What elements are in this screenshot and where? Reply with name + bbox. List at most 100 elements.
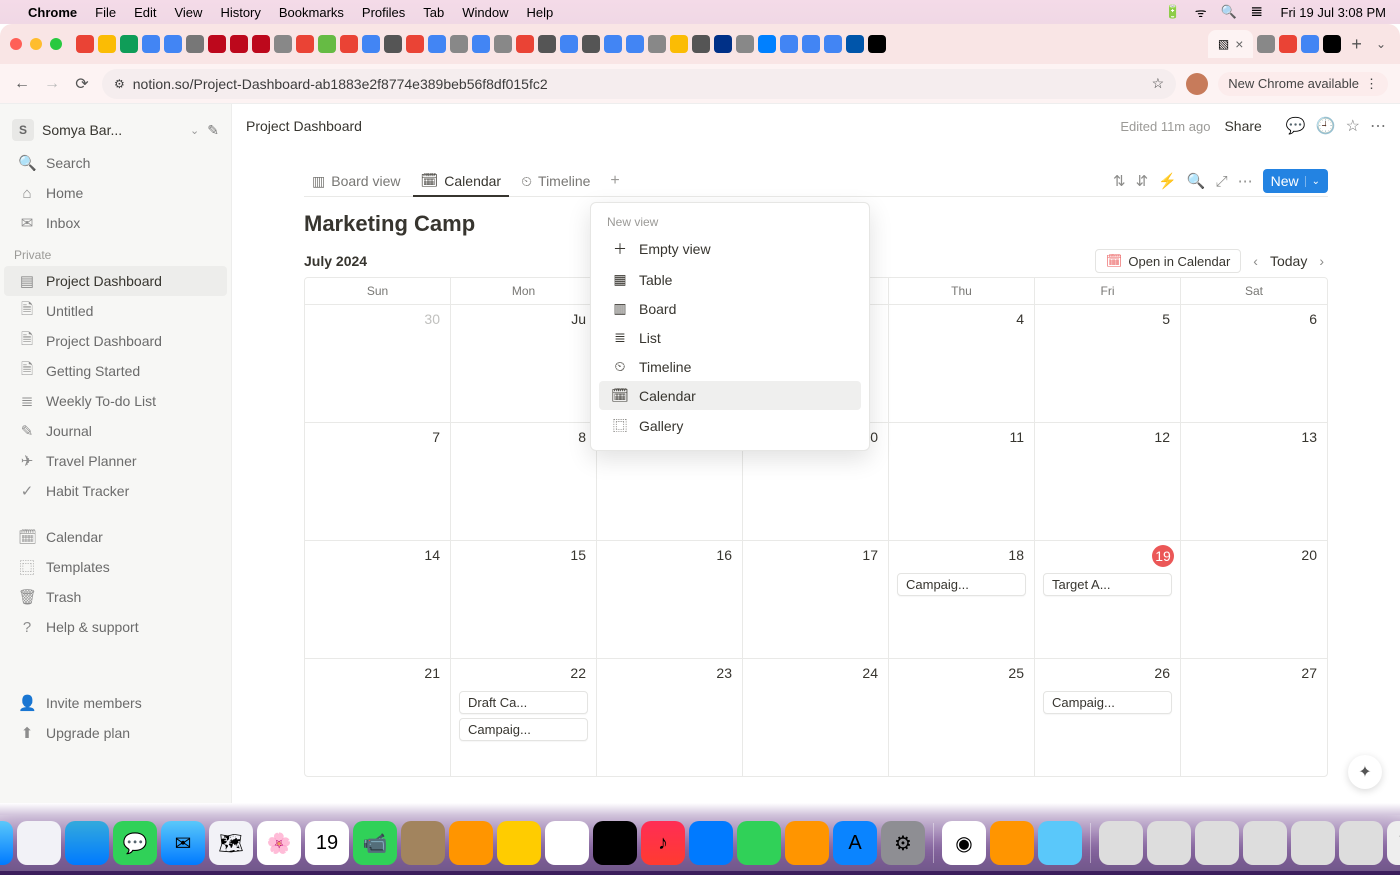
keynote-icon[interactable]: [689, 821, 733, 865]
tv-icon[interactable]: tv: [593, 821, 637, 865]
calendar-cell[interactable]: 6: [1181, 304, 1327, 422]
calendar-cell[interactable]: 15: [451, 540, 597, 658]
numbers-icon[interactable]: [737, 821, 781, 865]
sidebar-item[interactable]: ✓Habit Tracker: [4, 476, 227, 506]
new-tab-button[interactable]: +: [1345, 34, 1368, 55]
trash-icon[interactable]: 🗑: [1387, 821, 1400, 865]
contacts-icon[interactable]: [401, 821, 445, 865]
preview-icon[interactable]: [1038, 821, 1082, 865]
tab-favicon[interactable]: [340, 35, 358, 53]
calendar-cell[interactable]: 14: [305, 540, 451, 658]
tab-favicon[interactable]: [230, 35, 248, 53]
tab-favicon[interactable]: [472, 35, 490, 53]
chrome-dock-icon[interactable]: ◉: [942, 821, 986, 865]
menu-tab[interactable]: Tab: [423, 5, 444, 20]
pages-icon[interactable]: [785, 821, 829, 865]
dock-min-window[interactable]: [1291, 821, 1335, 865]
today-button[interactable]: Today: [1270, 253, 1307, 269]
tab-favicon[interactable]: [186, 35, 204, 53]
updates-icon[interactable]: 🕘: [1316, 116, 1336, 136]
tab-favicon[interactable]: [98, 35, 116, 53]
sidebar-item[interactable]: ⬆Upgrade plan: [4, 718, 227, 748]
sidebar-item[interactable]: 🗎Getting Started: [4, 356, 227, 386]
sidebar-item[interactable]: 🗓Calendar: [4, 522, 227, 552]
freeform-icon[interactable]: [545, 821, 589, 865]
mail-icon[interactable]: ✉: [161, 821, 205, 865]
appstore-icon[interactable]: A: [833, 821, 877, 865]
sort-icon[interactable]: ⇵: [1136, 172, 1149, 190]
calendar-cell[interactable]: 16: [597, 540, 743, 658]
spotlight-icon[interactable]: 🔍: [1221, 4, 1237, 20]
new-button[interactable]: New⌄: [1263, 169, 1328, 193]
tab-favicon[interactable]: [824, 35, 842, 53]
tab-favicon[interactable]: [384, 35, 402, 53]
tab-favicon[interactable]: [1279, 35, 1297, 53]
calendar-cell[interactable]: 4: [889, 304, 1035, 422]
calendar-cell[interactable]: 20: [1181, 540, 1327, 658]
favorite-icon[interactable]: ☆: [1346, 116, 1360, 136]
menu-view[interactable]: View: [174, 5, 202, 20]
breadcrumb[interactable]: Project Dashboard: [246, 118, 1120, 134]
view-tab-board[interactable]: ▥Board view: [304, 167, 409, 196]
menu-help[interactable]: Help: [527, 5, 554, 20]
calendar-cell[interactable]: 24: [743, 658, 889, 776]
sidebar-item[interactable]: ✎Journal: [4, 416, 227, 446]
calendar-cell[interactable]: 17: [743, 540, 889, 658]
tab-favicon[interactable]: [142, 35, 160, 53]
popover-item[interactable]: ⏲Timeline: [599, 352, 861, 381]
app-name[interactable]: Chrome: [28, 5, 77, 20]
battery-icon[interactable]: 🔋: [1165, 4, 1181, 20]
sidebar-item[interactable]: 🗎Untitled: [4, 296, 227, 326]
tab-favicon[interactable]: [296, 35, 314, 53]
tab-favicon[interactable]: [362, 35, 380, 53]
active-tab[interactable]: ▧ ×: [1208, 30, 1254, 58]
sidebar-item[interactable]: 🗎Project Dashboard: [4, 326, 227, 356]
calendar-cell[interactable]: 21: [305, 658, 451, 776]
tab-favicon[interactable]: [1301, 35, 1319, 53]
tab-close-icon[interactable]: ×: [1235, 36, 1243, 52]
tab-favicon[interactable]: [252, 35, 270, 53]
tab-favicon[interactable]: [692, 35, 710, 53]
menu-profiles[interactable]: Profiles: [362, 5, 405, 20]
window-zoom-icon[interactable]: [50, 38, 62, 50]
tab-overflow-button[interactable]: ⌄: [1372, 37, 1390, 51]
tab-favicon[interactable]: [670, 35, 688, 53]
tab-favicon[interactable]: [714, 35, 732, 53]
ai-sparkle-button[interactable]: ✦: [1348, 755, 1382, 789]
calendar-cell[interactable]: 26Campaig...: [1035, 658, 1181, 776]
popover-item[interactable]: ▥Board: [599, 294, 861, 323]
reload-button[interactable]: ⟳: [72, 74, 92, 94]
sidebar-item[interactable]: ✈Travel Planner: [4, 446, 227, 476]
tab-favicon[interactable]: [626, 35, 644, 53]
tab-favicon[interactable]: [164, 35, 182, 53]
tab-favicon[interactable]: [494, 35, 512, 53]
calendar-app-icon[interactable]: 19: [305, 821, 349, 865]
tab-favicon[interactable]: [582, 35, 600, 53]
tab-favicon[interactable]: [1257, 35, 1275, 53]
calendar-event[interactable]: Target A...: [1043, 573, 1172, 596]
more-icon[interactable]: ⋯: [1370, 116, 1386, 136]
sidebar-item[interactable]: ⿴Templates: [4, 552, 227, 582]
share-button[interactable]: Share: [1224, 118, 1261, 134]
launchpad-icon[interactable]: [17, 821, 61, 865]
tab-favicon[interactable]: [604, 35, 622, 53]
sidebar-item[interactable]: 👤Invite members: [4, 688, 227, 718]
calendar-cell[interactable]: 18Campaig...: [889, 540, 1035, 658]
tab-favicon[interactable]: [318, 35, 336, 53]
wifi-icon[interactable]: ᯤ: [1195, 3, 1207, 21]
tab-favicon[interactable]: [846, 35, 864, 53]
calendar-cell[interactable]: Ju: [451, 304, 597, 422]
tab-favicon[interactable]: [1323, 35, 1341, 53]
menu-history[interactable]: History: [220, 5, 260, 20]
tab-favicon[interactable]: [120, 35, 138, 53]
popover-item[interactable]: ▦Table: [599, 265, 861, 294]
calendar-cell[interactable]: 12: [1035, 422, 1181, 540]
calendar-cell[interactable]: 23: [597, 658, 743, 776]
filter-icon[interactable]: ⇅: [1113, 172, 1126, 190]
maps-icon[interactable]: 🗺: [209, 821, 253, 865]
calendar-cell[interactable]: 19Target A...: [1035, 540, 1181, 658]
calendar-cell[interactable]: 13: [1181, 422, 1327, 540]
tab-favicon[interactable]: [406, 35, 424, 53]
view-tab-timeline[interactable]: ⏲Timeline: [513, 167, 598, 196]
menu-window[interactable]: Window: [462, 5, 508, 20]
